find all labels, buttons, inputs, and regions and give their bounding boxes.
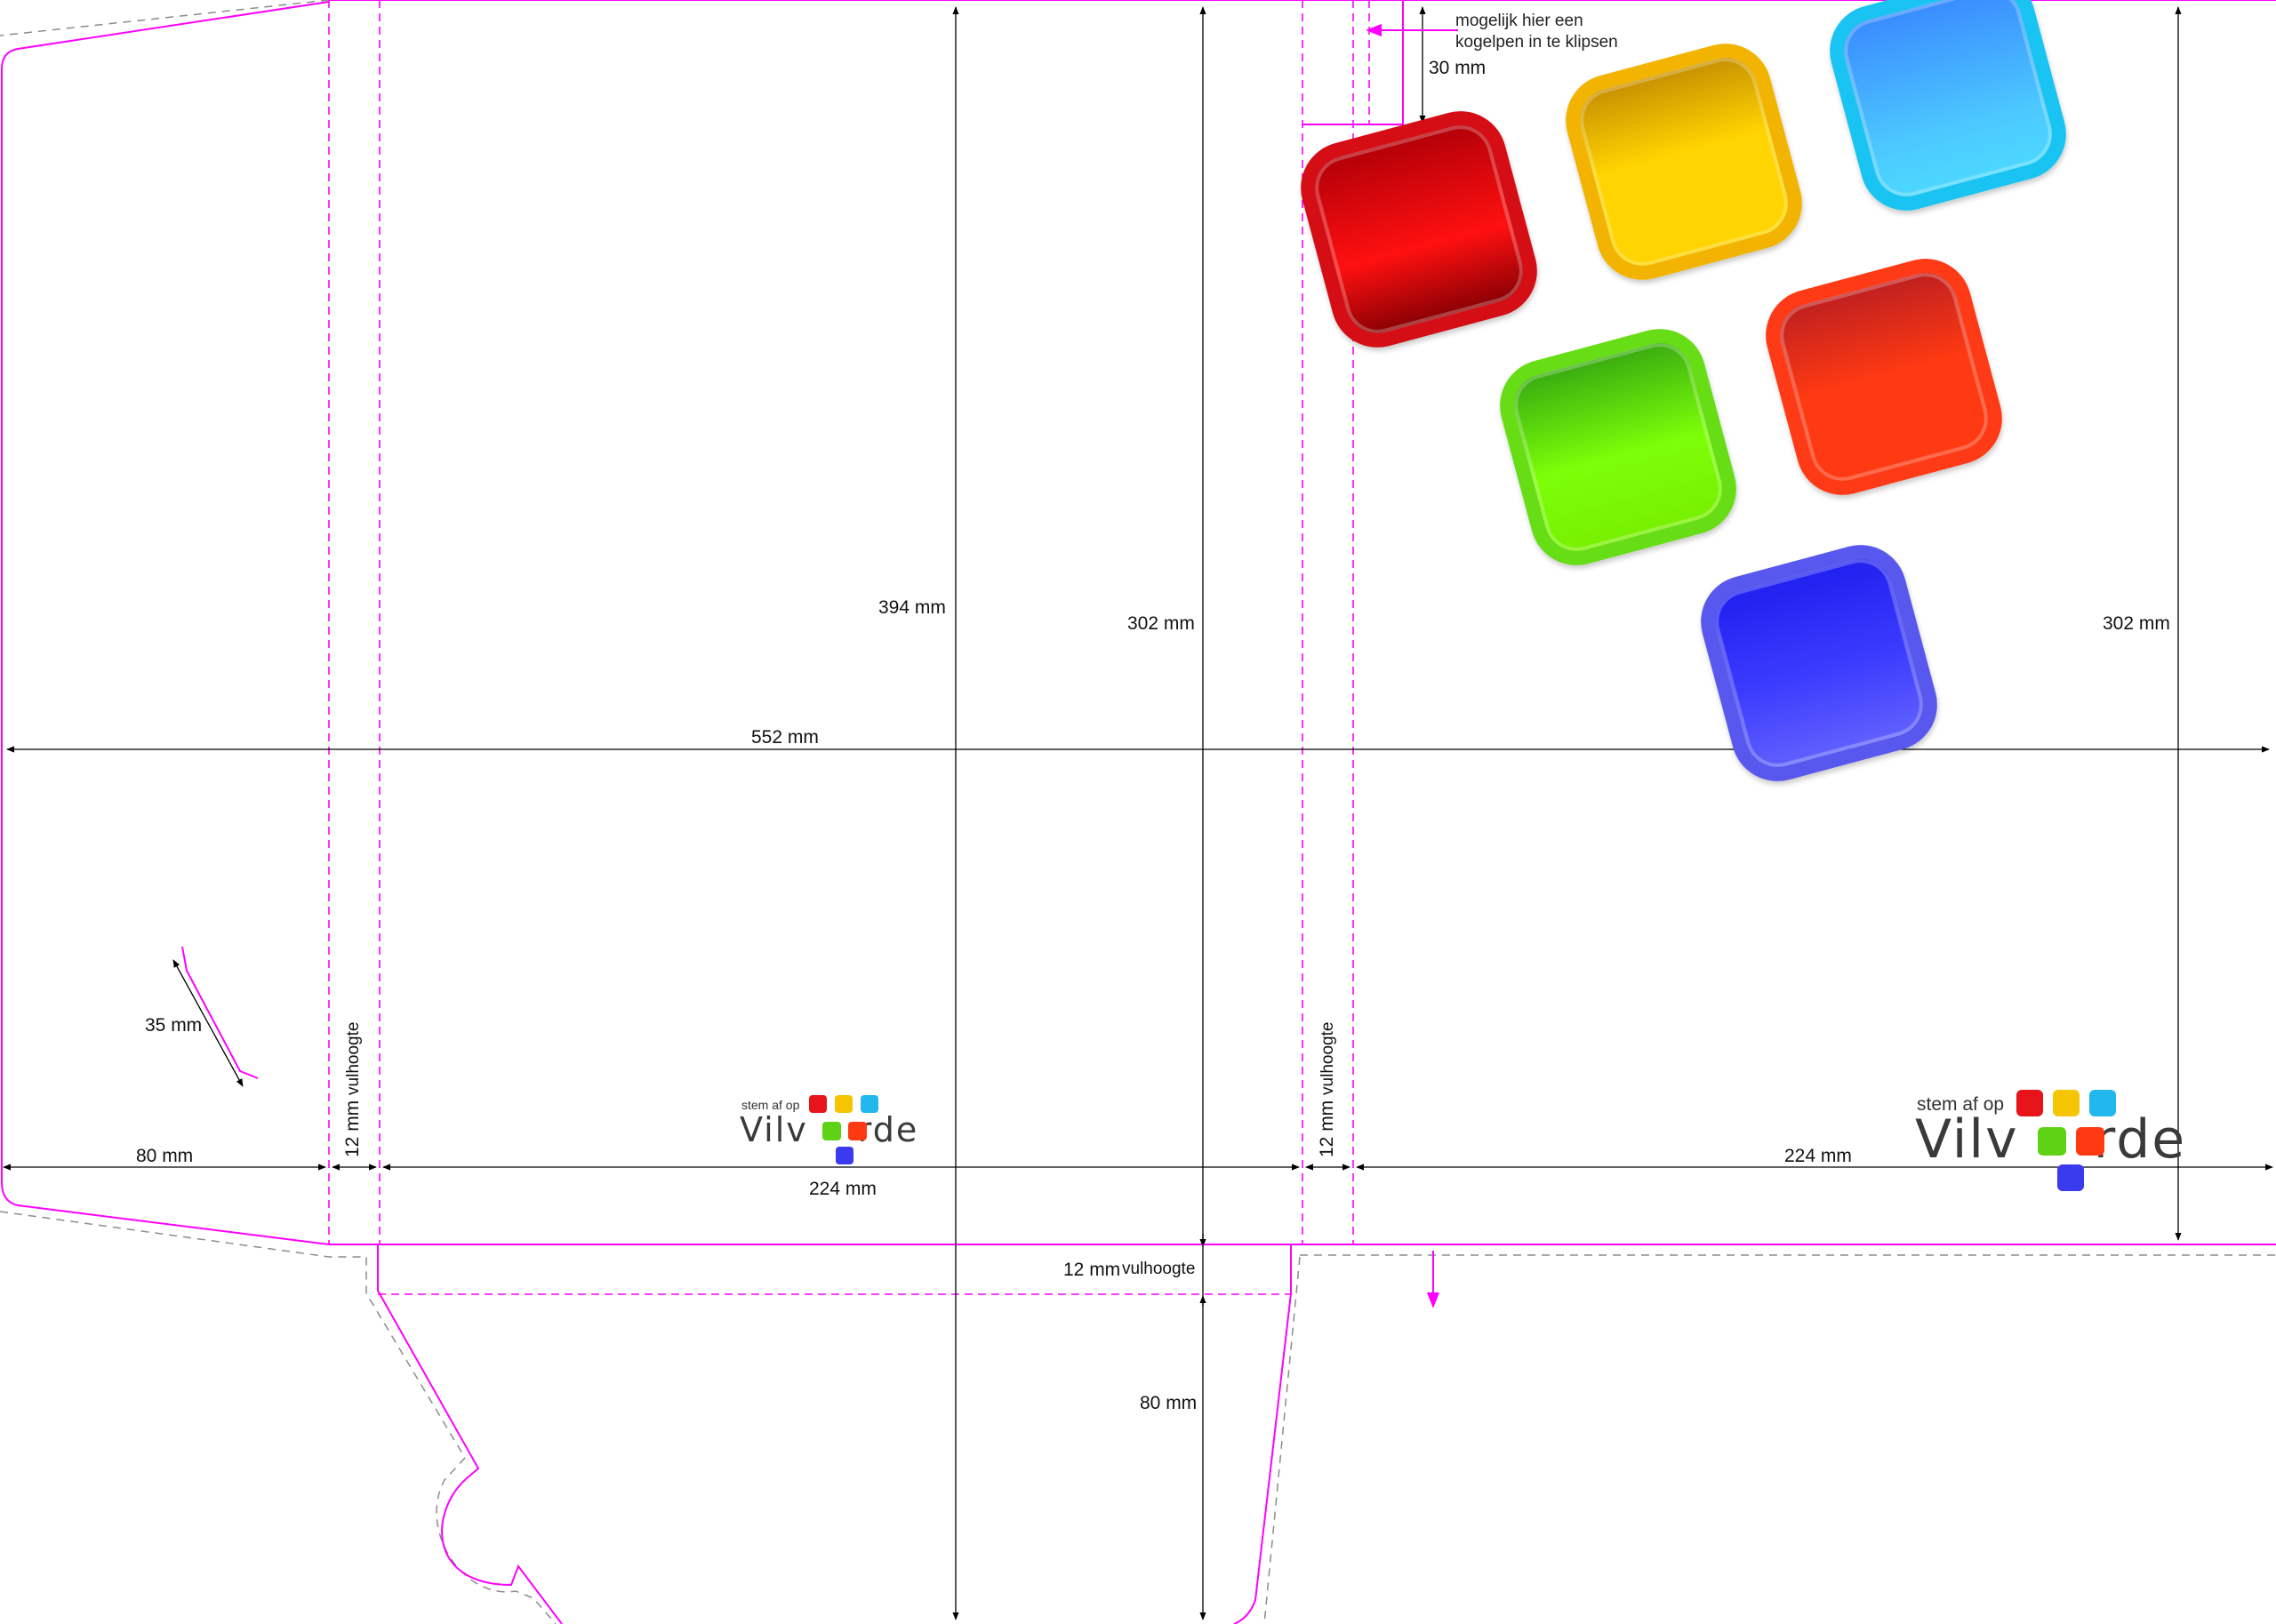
note-line-2: kogelpen in te klipsen [1455, 33, 1618, 52]
dim-12-bottom-value: 12 mm [1063, 1260, 1121, 1280]
dim-394-label: 394 mm [878, 597, 946, 618]
dim-35-label: 35 mm [145, 1015, 203, 1036]
dim-224-left-label: 224 mm [809, 1179, 877, 1199]
logo-small-tagline: stem af op [741, 1098, 800, 1112]
vulhoogte-mid-label: 12 mm vulhoogte [1317, 1021, 1337, 1157]
folder-dieline [0, 0, 2276, 1624]
dim-302-right-label: 302 mm [2103, 613, 2170, 634]
logo-small-green-icon [822, 1122, 841, 1140]
logo-small-red-icon [809, 1095, 827, 1113]
dim-30-label: 30 mm [1429, 58, 1487, 78]
logo-small-orange-icon [848, 1122, 867, 1140]
dim-302-mid-label: 302 mm [1127, 613, 1195, 634]
logo-small-yellow-icon [835, 1095, 853, 1113]
pen-clip-note: mogelijk hier een kogelpen in te klipsen [1455, 11, 1618, 53]
dim-224-right-label: 224 mm [1784, 1146, 1852, 1166]
logo-small-blue-icon [836, 1147, 854, 1164]
logo-large-green-icon [2038, 1127, 2066, 1156]
dim-552-label: 552 mm [751, 727, 819, 748]
dim-80-bottom-label: 80 mm [1140, 1393, 1198, 1413]
dim-12-bottom-text: vulhoogte [1122, 1260, 1196, 1278]
logo-large-orange-icon [2076, 1127, 2104, 1156]
logo-large-blue-icon [2057, 1164, 2084, 1191]
dim-80-left-label: 80 mm [136, 1146, 194, 1166]
dimension-lines [3, 6, 2273, 1620]
cut-outline [1, 0, 2276, 1624]
bleed-outline [0, 0, 2276, 1624]
logo-large: stem af op Vilv rde [1913, 1086, 2224, 1197]
vulhoogte-left-label: 12 mm vulhoogte [342, 1021, 363, 1157]
note-line-1: mogelijk hier een [1455, 12, 1583, 30]
logo-small: stem af op Vilv rde [738, 1092, 951, 1164]
